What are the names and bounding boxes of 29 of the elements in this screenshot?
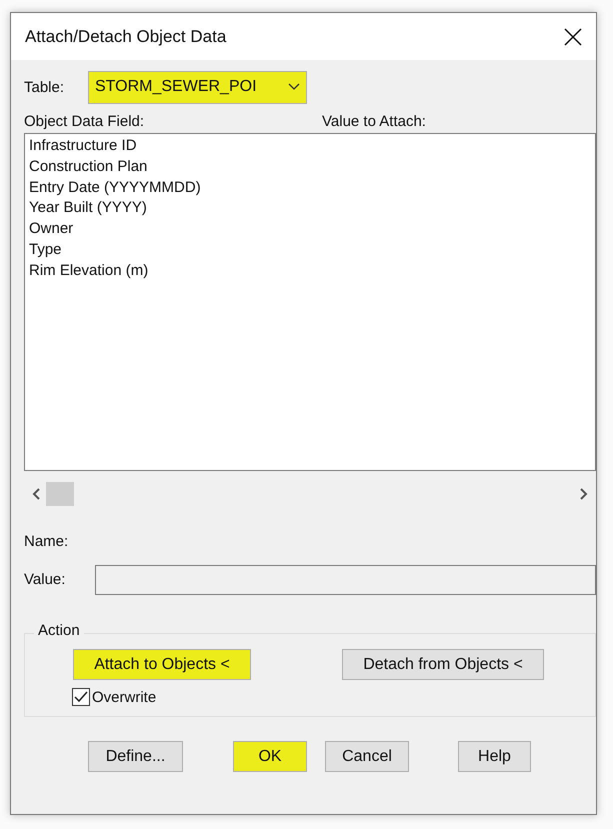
caret-icon (288, 83, 300, 91)
detach-button[interactable]: Detach from Objects < (342, 649, 544, 680)
dialog-button[interactable]: Cancel (325, 741, 409, 772)
scroll-right-icon[interactable] (579, 487, 588, 501)
list-item[interactable]: Year Built (YYYY) (29, 198, 147, 220)
table-dropdown[interactable]: STORM_SEWER_POI (88, 70, 307, 104)
scroll-left-icon[interactable] (32, 487, 41, 501)
window-title: Attach/Detach Object Data (25, 26, 226, 46)
dialog-button[interactable]: Help (458, 741, 531, 772)
list-item[interactable]: Construction Plan (29, 156, 148, 178)
list-item[interactable]: Entry Date (YYYYMMDD) (29, 178, 201, 198)
name-label: Name: (24, 533, 68, 550)
list-item[interactable]: Type (29, 240, 62, 261)
dialog-button[interactable]: Define... (88, 741, 183, 772)
checkbox-label: Overwrite (92, 688, 156, 706)
attach-button[interactable]: Attach to Objects < (73, 649, 251, 680)
value-label: Value: (24, 571, 66, 588)
column-header: Value to Attach: (322, 113, 426, 132)
list-item[interactable]: Rim Elevation (m) (29, 260, 148, 282)
list-item[interactable]: Infrastructure ID (29, 136, 137, 157)
field-list[interactable]: Infrastructure ID Construction Plan Entry Date (YYYYMMDD) Year Built (YYYY) Owner Type Rim Elevation (m) (24, 133, 596, 471)
dialog-button[interactable]: OK (233, 741, 307, 772)
scroll-thumb[interactable] (46, 482, 74, 506)
close-icon[interactable] (564, 28, 582, 46)
table-label: Table: (24, 78, 66, 96)
checkbox[interactable] (72, 688, 90, 706)
value-field[interactable] (94, 564, 596, 594)
column-header: Object Data Field: (24, 113, 146, 132)
list-item[interactable]: Owner (29, 219, 74, 240)
